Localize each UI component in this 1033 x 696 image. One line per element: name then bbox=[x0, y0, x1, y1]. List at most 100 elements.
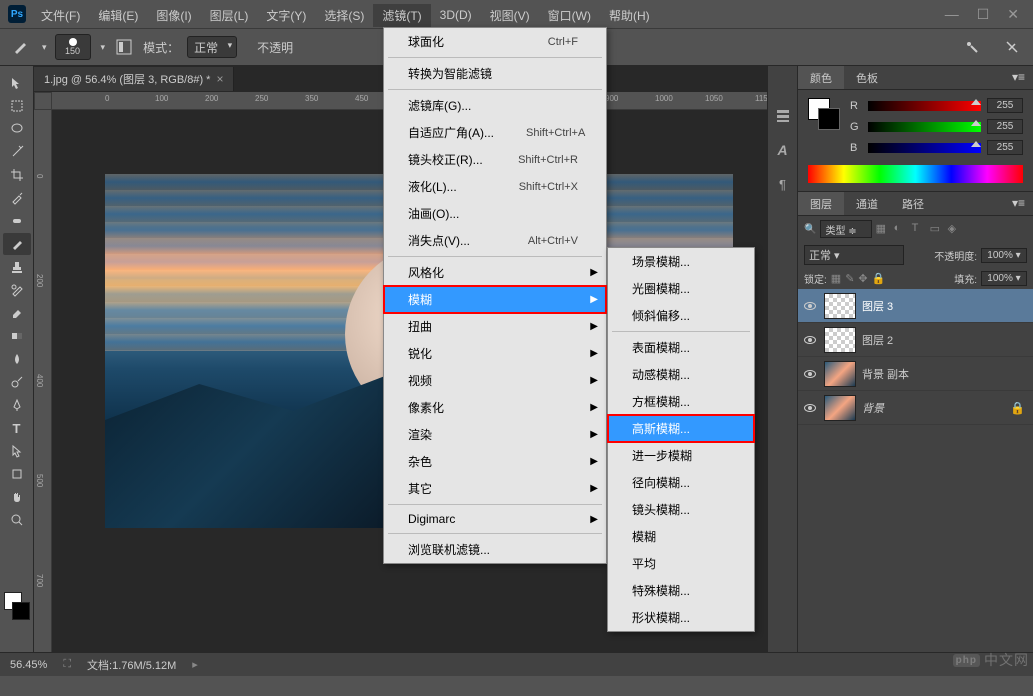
lock-all-icon[interactable]: 🔒 bbox=[872, 272, 886, 285]
filter-menu-item[interactable]: 油画(O)... bbox=[384, 200, 606, 227]
eraser-tool[interactable] bbox=[3, 302, 31, 324]
blur-menu-item[interactable]: 径向模糊... bbox=[608, 469, 754, 496]
blur-menu-item[interactable]: 动感模糊... bbox=[608, 361, 754, 388]
r-slider[interactable] bbox=[868, 101, 981, 111]
r-value[interactable] bbox=[987, 98, 1023, 113]
filter-type-icon[interactable]: T bbox=[912, 222, 926, 236]
menu-layer[interactable]: 图层(L) bbox=[201, 4, 258, 27]
menu-view[interactable]: 视图(V) bbox=[481, 4, 539, 27]
stamp-tool[interactable] bbox=[3, 256, 31, 278]
airbrush-icon[interactable] bbox=[961, 36, 983, 58]
filter-shape-icon[interactable]: ▭ bbox=[930, 222, 944, 236]
minimize-button[interactable]: — bbox=[945, 6, 959, 23]
filter-menu-item[interactable]: 球面化Ctrl+F bbox=[384, 28, 606, 55]
blur-menu-item[interactable]: 平均 bbox=[608, 550, 754, 577]
background-swatch[interactable] bbox=[12, 602, 30, 620]
layer-item[interactable]: 背景 🔒 bbox=[798, 391, 1033, 425]
blur-menu-item[interactable]: 特殊模糊... bbox=[608, 577, 754, 604]
dropdown-arrow-icon[interactable]: ▾ bbox=[42, 42, 47, 53]
filter-menu-item[interactable]: 其它▶ bbox=[384, 475, 606, 502]
filter-menu-item[interactable]: 像素化▶ bbox=[384, 394, 606, 421]
shape-tool[interactable] bbox=[3, 463, 31, 485]
menu-window[interactable]: 窗口(W) bbox=[539, 4, 600, 27]
heal-tool[interactable] bbox=[3, 210, 31, 232]
visibility-toggle[interactable] bbox=[802, 370, 818, 378]
brush-panel-icon[interactable] bbox=[113, 36, 135, 58]
document-tab[interactable]: 1.jpg @ 56.4% (图层 3, RGB/8#) * × bbox=[34, 67, 234, 91]
tab-close-icon[interactable]: × bbox=[216, 72, 223, 86]
g-value[interactable] bbox=[987, 119, 1023, 134]
blur-menu-item[interactable]: 模糊 bbox=[608, 523, 754, 550]
filter-type-select[interactable]: 类型 ≑ bbox=[820, 220, 871, 238]
filter-menu-item[interactable]: 消失点(V)...Alt+Ctrl+V bbox=[384, 227, 606, 254]
b-value[interactable] bbox=[987, 140, 1023, 155]
dropdown-arrow-icon[interactable]: ▾ bbox=[101, 42, 106, 53]
paragraph-panel-icon[interactable]: ¶ bbox=[773, 174, 793, 194]
fill-value[interactable]: 100% ▾ bbox=[981, 271, 1027, 286]
blur-menu-item[interactable]: 场景模糊... bbox=[608, 248, 754, 275]
bg-color[interactable] bbox=[818, 108, 840, 130]
tab-layers[interactable]: 图层 bbox=[798, 192, 844, 215]
visibility-toggle[interactable] bbox=[802, 404, 818, 412]
filter-menu-item[interactable]: 渲染▶ bbox=[384, 421, 606, 448]
menu-type[interactable]: 文字(Y) bbox=[257, 4, 315, 27]
wand-tool[interactable] bbox=[3, 141, 31, 163]
filter-menu-item[interactable]: 扭曲▶ bbox=[384, 313, 606, 340]
tab-swatches[interactable]: 色板 bbox=[844, 66, 890, 89]
menu-help[interactable]: 帮助(H) bbox=[600, 4, 659, 27]
visibility-toggle[interactable] bbox=[802, 336, 818, 344]
maximize-button[interactable]: ☐ bbox=[977, 6, 990, 23]
filter-adjust-icon[interactable]: ◐ bbox=[894, 222, 908, 236]
filter-menu-item[interactable]: 锐化▶ bbox=[384, 340, 606, 367]
filter-menu-item[interactable]: 转换为智能滤镜 bbox=[384, 60, 606, 87]
blur-tool[interactable] bbox=[3, 348, 31, 370]
blur-menu-item[interactable]: 形状模糊... bbox=[608, 604, 754, 631]
menu-file[interactable]: 文件(F) bbox=[32, 4, 89, 27]
color-swatches[interactable] bbox=[4, 592, 30, 620]
layer-thumbnail[interactable] bbox=[824, 293, 856, 319]
filter-menu-item[interactable]: 镜头校正(R)...Shift+Ctrl+R bbox=[384, 146, 606, 173]
menu-3d[interactable]: 3D(D) bbox=[431, 5, 481, 25]
path-select-tool[interactable] bbox=[3, 440, 31, 462]
hand-tool[interactable] bbox=[3, 486, 31, 508]
filter-menu-item[interactable]: 风格化▶ bbox=[384, 259, 606, 286]
marquee-tool[interactable] bbox=[3, 95, 31, 117]
history-brush-tool[interactable] bbox=[3, 279, 31, 301]
filter-pixel-icon[interactable]: ▦ bbox=[876, 222, 890, 236]
filter-menu-item[interactable]: 自适应广角(A)...Shift+Ctrl+A bbox=[384, 119, 606, 146]
blend-mode-select[interactable]: 正常 ▾ bbox=[804, 245, 904, 265]
layer-name[interactable]: 背景 副本 bbox=[862, 366, 1029, 382]
lasso-tool[interactable] bbox=[3, 118, 31, 140]
layer-item[interactable]: 图层 2 bbox=[798, 323, 1033, 357]
crop-tool[interactable] bbox=[3, 164, 31, 186]
filter-menu-item[interactable]: 模糊▶ bbox=[384, 286, 606, 313]
menu-filter[interactable]: 滤镜(T) bbox=[373, 4, 430, 27]
b-slider[interactable] bbox=[868, 143, 981, 153]
lock-pos-icon[interactable]: ✥ bbox=[858, 272, 867, 285]
panel-menu-icon[interactable]: ▾≡ bbox=[1004, 192, 1033, 215]
tab-paths[interactable]: 路径 bbox=[890, 192, 936, 215]
filter-menu-item[interactable]: 滤镜库(G)... bbox=[384, 92, 606, 119]
tablet-pressure-icon[interactable] bbox=[1001, 36, 1023, 58]
blend-mode-select[interactable]: 正常 ▾ bbox=[187, 36, 237, 58]
layer-name[interactable]: 图层 2 bbox=[862, 332, 1029, 348]
type-tool[interactable]: T bbox=[3, 417, 31, 439]
gradient-tool[interactable] bbox=[3, 325, 31, 347]
menu-image[interactable]: 图像(I) bbox=[147, 4, 200, 27]
g-slider[interactable] bbox=[868, 122, 981, 132]
filter-menu-item[interactable]: 杂色▶ bbox=[384, 448, 606, 475]
filter-smart-icon[interactable]: ◈ bbox=[948, 222, 962, 236]
blur-menu-item[interactable]: 进一步模糊 bbox=[608, 442, 754, 469]
color-spectrum[interactable] bbox=[808, 165, 1023, 183]
zoom-tool[interactable] bbox=[3, 509, 31, 531]
visibility-toggle[interactable] bbox=[802, 302, 818, 310]
expand-icon[interactable]: ⛶ bbox=[63, 658, 71, 671]
layer-name[interactable]: 图层 3 bbox=[862, 298, 1029, 314]
filter-menu-item[interactable]: Digimarc▶ bbox=[384, 507, 606, 531]
tool-preset-icon[interactable] bbox=[10, 36, 32, 58]
layer-item[interactable]: 图层 3 bbox=[798, 289, 1033, 323]
blur-menu-item[interactable]: 方框模糊... bbox=[608, 388, 754, 415]
layer-item[interactable]: 背景 副本 bbox=[798, 357, 1033, 391]
menu-edit[interactable]: 编辑(E) bbox=[89, 4, 147, 27]
layer-thumbnail[interactable] bbox=[824, 395, 856, 421]
